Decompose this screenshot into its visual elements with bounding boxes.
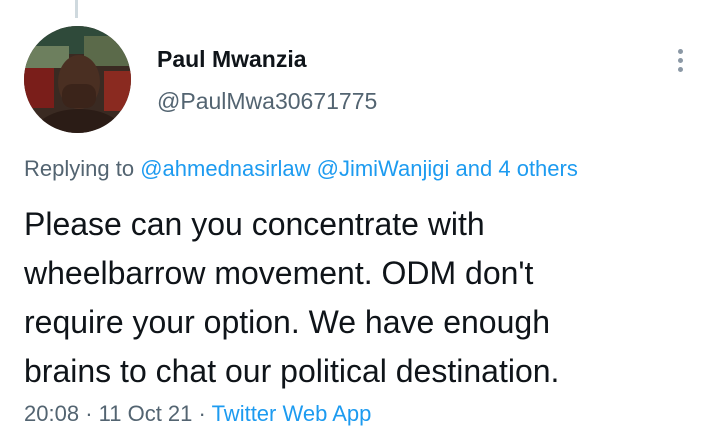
- more-options-icon[interactable]: [666, 40, 694, 80]
- replying-others-link[interactable]: 4 others: [498, 156, 578, 181]
- avatar-image: [24, 26, 131, 133]
- tweet-text-line: brains to chat our political destination…: [24, 353, 560, 389]
- author-name[interactable]: Paul Mwanzia: [157, 44, 307, 74]
- tweet-date[interactable]: 11 Oct 21: [99, 401, 193, 426]
- tweet-text-line: Please can you concentrate with: [24, 206, 485, 242]
- mention-jimiwanjigi[interactable]: @JimiWanjigi: [317, 156, 450, 181]
- tweet-text-line: wheelbarrow movement. ODM don't: [24, 255, 534, 291]
- avatar[interactable]: [24, 26, 131, 133]
- tweet-metadata: 20:08 · 11 Oct 21 · Twitter Web App: [24, 399, 371, 429]
- tweet-time[interactable]: 20:08: [24, 401, 79, 426]
- meta-separator: ·: [85, 401, 93, 426]
- thread-connector-line: [75, 0, 78, 18]
- more-dot: [677, 48, 683, 54]
- tweet-text: Please can you concentrate with wheelbar…: [24, 200, 704, 396]
- replying-prefix: Replying to: [24, 156, 135, 181]
- author-handle[interactable]: @PaulMwa30671775: [157, 86, 377, 116]
- tweet-source-link[interactable]: Twitter Web App: [212, 401, 372, 426]
- mention-ahmednasirlaw[interactable]: @ahmednasirlaw: [140, 156, 310, 181]
- tweet-text-line: require your option. We have enough: [24, 304, 550, 340]
- more-dot: [677, 66, 683, 72]
- more-dot: [677, 57, 683, 63]
- replying-to: Replying to @ahmednasirlaw @JimiWanjigi …: [24, 154, 578, 184]
- replying-and[interactable]: and: [456, 156, 493, 181]
- meta-separator: ·: [198, 401, 206, 426]
